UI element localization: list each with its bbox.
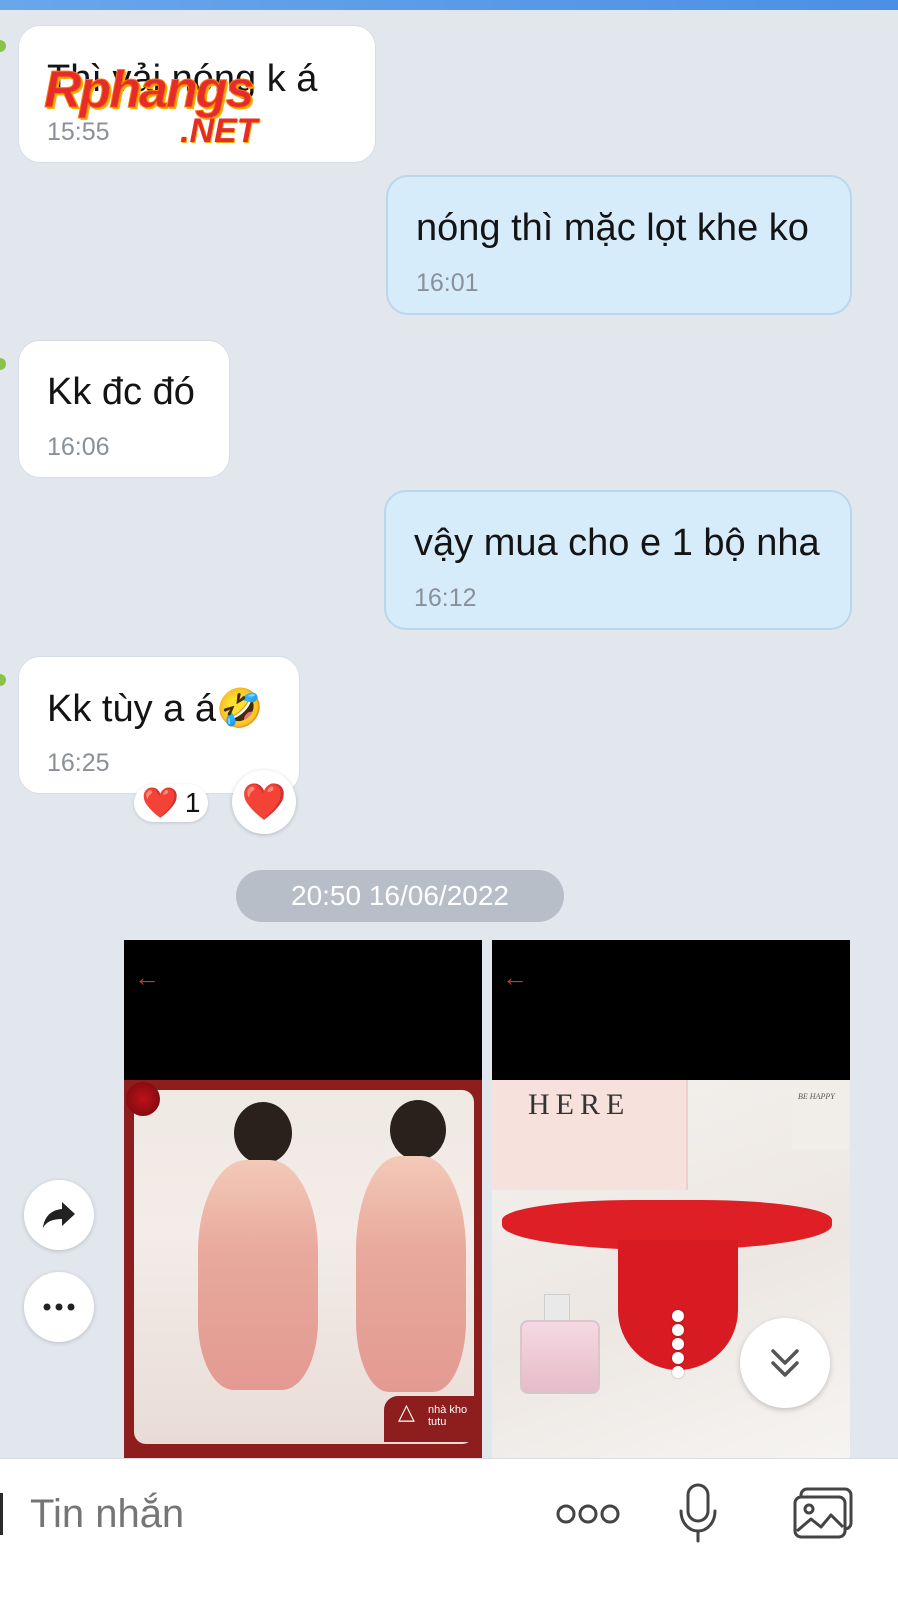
message-composer xyxy=(0,1458,898,1600)
message-bubble-outgoing[interactable]: vậy mua cho e 1 bộ nha 16:12 xyxy=(384,490,852,630)
top-accent-bar xyxy=(0,0,898,10)
message-time: 16:25 xyxy=(47,749,110,777)
photo-scene xyxy=(134,1090,474,1444)
brand-badge: △ nhà kho tutu xyxy=(384,1396,476,1442)
brand-line-2: tutu xyxy=(428,1416,447,1428)
model-figure xyxy=(356,1156,466,1392)
text-caret xyxy=(0,1493,3,1535)
model-head xyxy=(390,1100,446,1160)
forward-button[interactable] xyxy=(24,1180,94,1250)
message-time: 16:06 xyxy=(47,433,110,461)
model-figure xyxy=(198,1160,318,1390)
heart-icon: ❤️ xyxy=(141,786,179,820)
scroll-to-bottom-button[interactable] xyxy=(740,1318,830,1408)
message-input[interactable] xyxy=(30,1487,510,1541)
react-heart-button[interactable]: ❤️ xyxy=(232,770,296,834)
date-divider: 20:50 16/06/2022 xyxy=(236,870,564,922)
photo-message[interactable]: ← △ nhà kho tutu xyxy=(124,940,482,1460)
message-text: Kk đc đó xyxy=(47,371,195,413)
heart-icon: ❤️ xyxy=(241,781,287,822)
rose-decoration xyxy=(126,1082,160,1116)
perfume-bottle xyxy=(520,1320,600,1394)
message-text: nóng thì mặc lọt khe ko xyxy=(416,207,809,249)
card-decoration-small: BE HAPPY xyxy=(792,1080,850,1150)
watermark-main: Rphangs xyxy=(43,61,254,120)
more-options-button[interactable] xyxy=(24,1272,94,1342)
back-arrow-icon: ← xyxy=(134,962,160,992)
more-dots-icon xyxy=(43,1303,75,1311)
pearl-strand xyxy=(672,1310,684,1380)
sender-status-dot xyxy=(0,358,6,370)
message-time: 16:01 xyxy=(416,269,479,297)
model-head xyxy=(234,1102,292,1164)
reaction-summary[interactable]: ❤️ 1 xyxy=(134,784,208,822)
voice-button[interactable] xyxy=(674,1481,722,1547)
message-text: Kk tùy a á🤣 xyxy=(47,688,264,730)
forward-arrow-icon xyxy=(43,1202,75,1228)
reaction-count: 1 xyxy=(184,787,201,818)
image-button[interactable] xyxy=(790,1481,856,1547)
sticker-button[interactable] xyxy=(552,1481,624,1547)
sender-status-dot xyxy=(0,674,6,686)
double-chevron-down-icon xyxy=(771,1349,799,1377)
watermark-net: .NET xyxy=(180,112,258,150)
brand-line-1: nhà kho xyxy=(428,1404,468,1416)
sender-status-dot xyxy=(0,40,6,52)
image-gallery-icon xyxy=(793,1487,853,1539)
message-bubble-outgoing[interactable]: nóng thì mặc lọt khe ko 16:01 xyxy=(386,175,852,315)
message-bubble-incoming[interactable]: Kk đc đó 16:06 xyxy=(18,340,230,478)
photo-content: △ nhà kho tutu xyxy=(124,1080,482,1460)
card-text: HERE xyxy=(528,1088,631,1121)
message-time: 16:12 xyxy=(414,584,477,612)
ooo-sticker-icon xyxy=(556,1504,620,1524)
card-decoration: HERE xyxy=(492,1080,688,1190)
back-arrow-icon: ← xyxy=(502,962,528,992)
message-text: vậy mua cho e 1 bộ nha xyxy=(414,522,820,564)
dress-icon: △ xyxy=(398,1399,415,1424)
microphone-icon xyxy=(679,1483,717,1543)
watermark-logo: Rphangs .NET xyxy=(43,60,314,160)
perfume-cap xyxy=(544,1294,570,1322)
